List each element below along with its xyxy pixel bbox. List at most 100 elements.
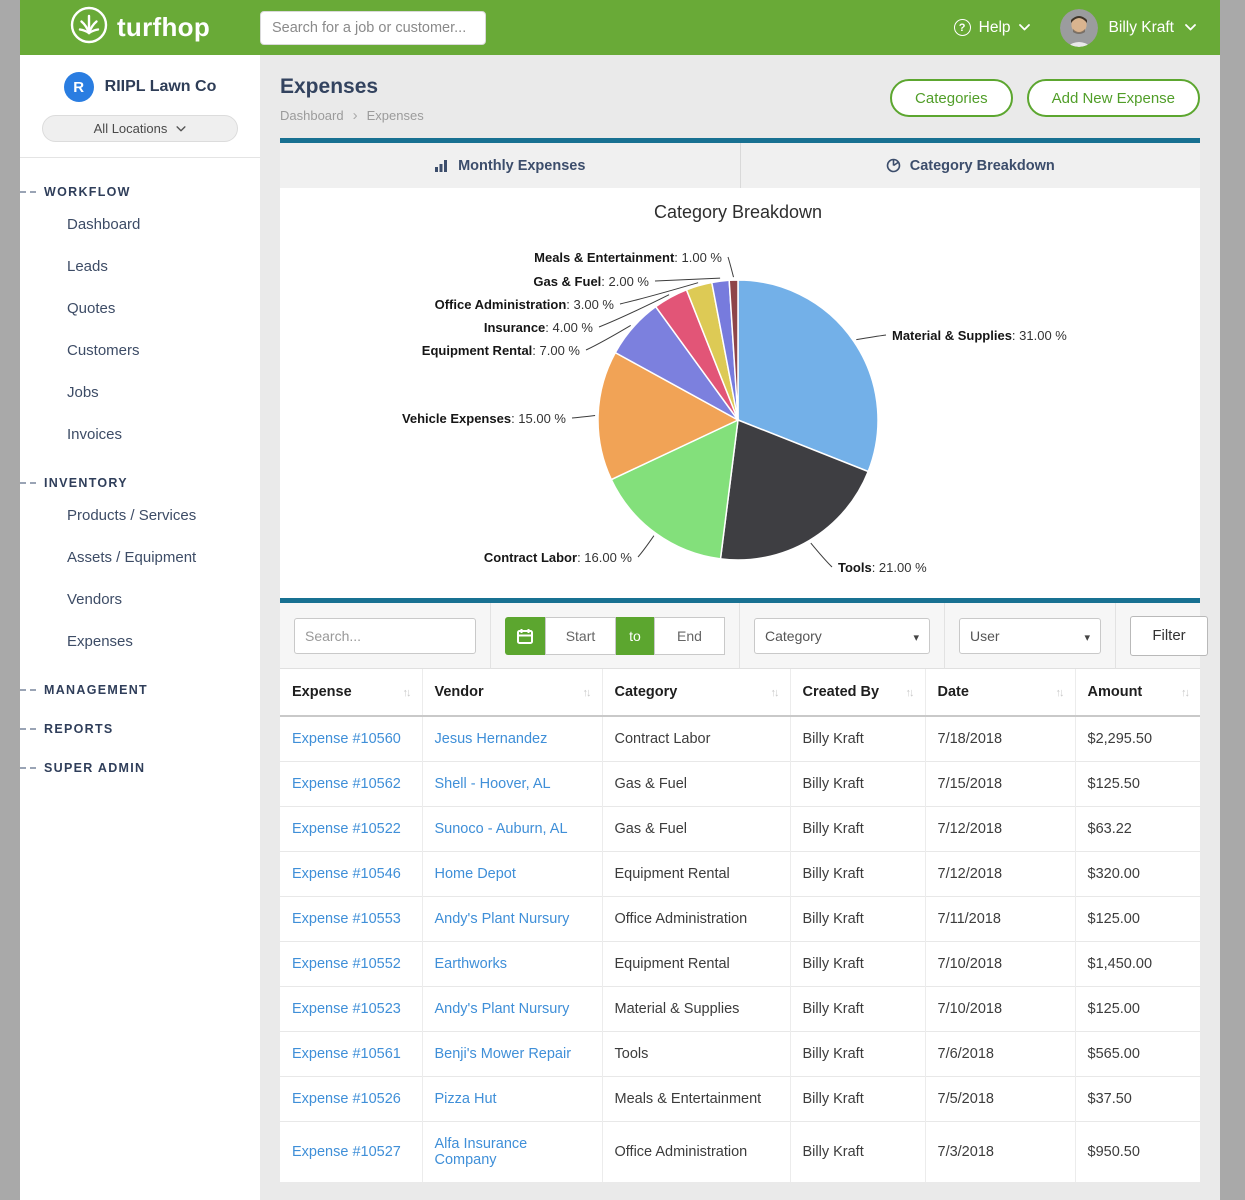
sort-arrows-icon[interactable] — [403, 684, 410, 700]
created-by-cell: Billy Kraft — [790, 807, 925, 852]
sidebar-item-vendors[interactable]: Vendors — [20, 579, 260, 621]
category-breakdown-pie-chart: Category BreakdownMaterial & Supplies: 3… — [280, 188, 1200, 596]
column-label: Amount — [1088, 684, 1143, 700]
table-row: Expense #10523Andy's Plant NursuryMateri… — [280, 987, 1200, 1032]
sidebar-section-label: INVENTORY — [44, 476, 128, 490]
sort-arrows-icon[interactable] — [1181, 684, 1188, 700]
expense-link[interactable]: Expense #10560 — [292, 731, 401, 747]
column-header-amount[interactable]: Amount — [1075, 669, 1200, 716]
sidebar-section-label: REPORTS — [44, 722, 114, 736]
sort-arrows-icon[interactable] — [771, 684, 778, 700]
breadcrumb-dashboard[interactable]: Dashboard — [280, 108, 344, 123]
sidebar-item-jobs[interactable]: Jobs — [20, 372, 260, 414]
vendor-link[interactable]: Shell - Hoover, AL — [435, 776, 551, 792]
tab-category-breakdown[interactable]: Category Breakdown — [740, 143, 1201, 188]
company-name: RIIPL Lawn Co — [105, 78, 217, 96]
tree-dash-icon — [20, 689, 36, 691]
expense-link[interactable]: Expense #10552 — [292, 956, 401, 972]
vendor-link[interactable]: Alfa Insurance Company — [435, 1136, 590, 1168]
sidebar-item-assets-equipment[interactable]: Assets / Equipment — [20, 537, 260, 579]
sidebar-item-expenses[interactable]: Expenses — [20, 621, 260, 663]
vendor-link[interactable]: Earthworks — [435, 956, 508, 972]
table-row: Expense #10552 Earthworks Equipment Rental… — [280, 942, 1200, 987]
category-cell: Gas & Fuel — [602, 762, 790, 807]
expense-link[interactable]: Expense #10526 — [292, 1091, 401, 1107]
column-header-created-by[interactable]: Created By — [790, 669, 925, 716]
column-header-expense[interactable]: Expense — [280, 669, 422, 716]
date-cell: 7/10/2018 — [925, 987, 1075, 1032]
filter-button[interactable]: Filter — [1130, 616, 1208, 656]
vendor-link[interactable]: Jesus Hernandez — [435, 731, 548, 747]
expense-link[interactable]: Expense #10522 — [292, 821, 401, 837]
sidebar-item-invoices[interactable]: Invoices — [20, 414, 260, 456]
amount-cell: $125.50 — [1075, 762, 1200, 807]
table-row: Expense #10546Home DepotEquipment Rental… — [280, 852, 1200, 897]
brand-logo[interactable]: turfhop — [20, 6, 260, 49]
amount-cell: $565.00 — [1075, 1032, 1200, 1077]
sort-arrows-icon[interactable] — [583, 684, 590, 700]
vendor-link[interactable]: Andy's Plant Nursury — [435, 911, 570, 927]
expense-link[interactable]: Expense #10561 — [292, 1046, 401, 1062]
user-menu[interactable]: Billy Kraft — [1060, 9, 1196, 47]
sidebar-item-dashboard[interactable]: Dashboard — [20, 204, 260, 246]
tree-dash-icon — [20, 767, 36, 769]
date-cell: 7/11/2018 — [925, 897, 1075, 942]
pie-chart-panel: Category BreakdownMaterial & Supplies: 3… — [280, 188, 1200, 598]
left-gutter — [0, 0, 20, 1200]
company-block: R RIIPL Lawn Co All Locations — [20, 55, 260, 158]
chevron-down-icon — [1019, 24, 1030, 31]
sidebar-section-workflow[interactable]: WORKFLOW — [20, 180, 260, 204]
sidebar: R RIIPL Lawn Co All Locations WORKFLOWDa… — [20, 55, 260, 1200]
location-selector[interactable]: All Locations — [42, 115, 238, 142]
categories-button[interactable]: Categories — [890, 79, 1013, 117]
expense-link[interactable]: Expense #10546 — [292, 866, 401, 882]
expense-link[interactable]: Expense #10523 — [292, 1001, 401, 1017]
vendor-link[interactable]: Pizza Hut — [435, 1091, 497, 1107]
vendor-link[interactable]: Home Depot — [435, 866, 516, 882]
date-cell: 7/12/2018 — [925, 807, 1075, 852]
date-cell: 7/12/2018 — [925, 852, 1075, 897]
chevron-down-icon — [1185, 24, 1196, 31]
sidebar-section-inventory[interactable]: INVENTORY — [20, 471, 260, 495]
help-menu[interactable]: Help — [954, 19, 1030, 37]
sidebar-section-management[interactable]: MANAGEMENT — [20, 678, 260, 702]
column-header-vendor[interactable]: Vendor — [422, 669, 602, 716]
expense-link[interactable]: Expense #10553 — [292, 911, 401, 927]
sidebar-item-products-services[interactable]: Products / Services — [20, 495, 260, 537]
user-name: Billy Kraft — [1109, 19, 1174, 37]
date-cell: 7/6/2018 — [925, 1032, 1075, 1077]
sidebar-item-leads[interactable]: Leads — [20, 246, 260, 288]
page-title: Expenses — [280, 75, 424, 99]
sidebar-section-super-admin[interactable]: SUPER ADMIN — [20, 756, 260, 780]
created-by-cell: Billy Kraft — [790, 716, 925, 762]
vendor-link[interactable]: Sunoco - Auburn, AL — [435, 821, 568, 837]
company-badge: R — [64, 72, 94, 102]
bar-chart-icon — [434, 158, 449, 173]
column-header-category[interactable]: Category — [602, 669, 790, 716]
date-cell: 7/3/2018 — [925, 1122, 1075, 1183]
category-select[interactable]: Category — [754, 618, 930, 654]
tree-dash-icon — [20, 191, 36, 193]
expense-link[interactable]: Expense #10527 — [292, 1144, 401, 1160]
vendor-link[interactable]: Benji's Mower Repair — [435, 1046, 572, 1062]
column-header-date[interactable]: Date — [925, 669, 1075, 716]
date-start-input[interactable] — [545, 617, 616, 655]
user-select[interactable]: User — [959, 618, 1101, 654]
sidebar-item-customers[interactable]: Customers — [20, 330, 260, 372]
table-search-input[interactable] — [294, 618, 476, 654]
add-new-expense-button[interactable]: Add New Expense — [1027, 79, 1200, 117]
global-search-input[interactable] — [260, 11, 486, 45]
date-end-input[interactable] — [654, 617, 725, 655]
category-cell: Equipment Rental — [602, 942, 790, 987]
sidebar-item-quotes[interactable]: Quotes — [20, 288, 260, 330]
sort-arrows-icon[interactable] — [906, 684, 913, 700]
vendor-link[interactable]: Andy's Plant Nursury — [435, 1001, 570, 1017]
expense-link[interactable]: Expense #10562 — [292, 776, 401, 792]
label-leader-line — [638, 536, 654, 557]
sidebar-section-reports[interactable]: REPORTS — [20, 717, 260, 741]
amount-cell: $37.50 — [1075, 1077, 1200, 1122]
tab-monthly-expenses[interactable]: Monthly Expenses — [280, 143, 740, 188]
amount-cell: $2,295.50 — [1075, 716, 1200, 762]
calendar-icon[interactable] — [505, 617, 545, 655]
sort-arrows-icon[interactable] — [1056, 684, 1063, 700]
